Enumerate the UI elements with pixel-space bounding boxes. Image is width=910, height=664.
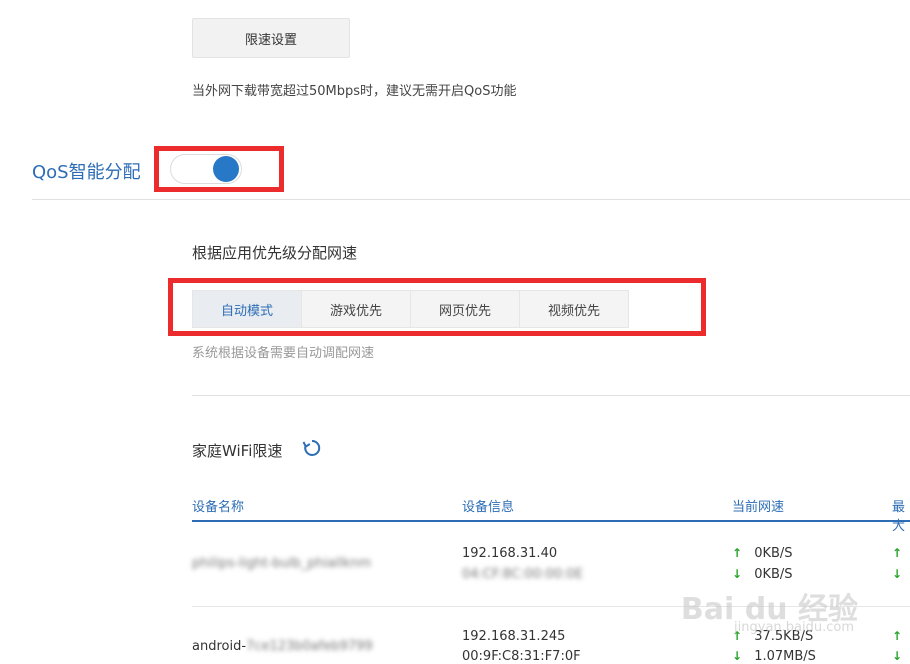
section-divider bbox=[192, 395, 910, 396]
download-speed: ↓ 0KB/S bbox=[732, 567, 793, 582]
priority-tabs: 自动模式 游戏优先 网页优先 视频优先 bbox=[192, 290, 629, 328]
device-ip: 192.168.31.245 bbox=[462, 629, 566, 644]
priority-subtitle: 根据应用优先级分配网速 bbox=[192, 244, 358, 262]
tab-game-priority[interactable]: 游戏优先 bbox=[301, 290, 411, 328]
priority-description: 系统根据设备需要自动调配网速 bbox=[192, 346, 375, 361]
device-mac: 04:CF:8C:00:00:0E bbox=[462, 567, 583, 582]
section-divider bbox=[32, 199, 910, 200]
qos-title: QoS智能分配 bbox=[32, 162, 141, 183]
column-header-device-info: 设备信息 bbox=[462, 500, 515, 515]
tab-video-priority[interactable]: 视频优先 bbox=[519, 290, 629, 328]
wifi-limit-title: 家庭WiFi限速 bbox=[192, 442, 283, 460]
max-upload-arrow-icon: ↑ bbox=[892, 546, 903, 560]
download-arrow-icon: ↓ bbox=[732, 567, 743, 581]
download-speed: ↓ 1.07MB/S bbox=[732, 649, 816, 664]
column-header-max-speed: 最大 bbox=[892, 500, 906, 534]
device-ip: 192.168.31.40 bbox=[462, 546, 558, 561]
device-name: android-7ce123b0afeb9799 bbox=[192, 639, 373, 654]
device-mac: 00:9F:C8:31:F7:0F bbox=[462, 649, 581, 664]
max-upload-arrow-icon: ↑ bbox=[892, 629, 903, 643]
refresh-icon[interactable] bbox=[302, 438, 322, 458]
limit-settings-button[interactable]: 限速设置 bbox=[192, 18, 350, 58]
qos-toggle-knob[interactable] bbox=[213, 156, 239, 182]
tab-web-priority[interactable]: 网页优先 bbox=[410, 290, 520, 328]
max-download-arrow-icon: ↓ bbox=[892, 567, 903, 581]
download-arrow-icon: ↓ bbox=[732, 649, 743, 663]
device-name: philips-light-bulb_phiallknm bbox=[192, 556, 372, 571]
tab-auto-mode[interactable]: 自动模式 bbox=[192, 290, 302, 328]
watermark-url: jingyan.baidu.com bbox=[734, 620, 854, 635]
column-header-current-speed: 当前网速 bbox=[732, 500, 785, 515]
table-header-underline bbox=[192, 520, 910, 522]
upload-arrow-icon: ↑ bbox=[732, 546, 743, 560]
bandwidth-notice: 当外网下载带宽超过50Mbps时，建议无需开启QoS功能 bbox=[192, 84, 517, 99]
max-download-arrow-icon: ↓ bbox=[892, 649, 903, 663]
upload-speed: ↑ 0KB/S bbox=[732, 546, 793, 561]
column-header-device-name: 设备名称 bbox=[192, 500, 245, 515]
